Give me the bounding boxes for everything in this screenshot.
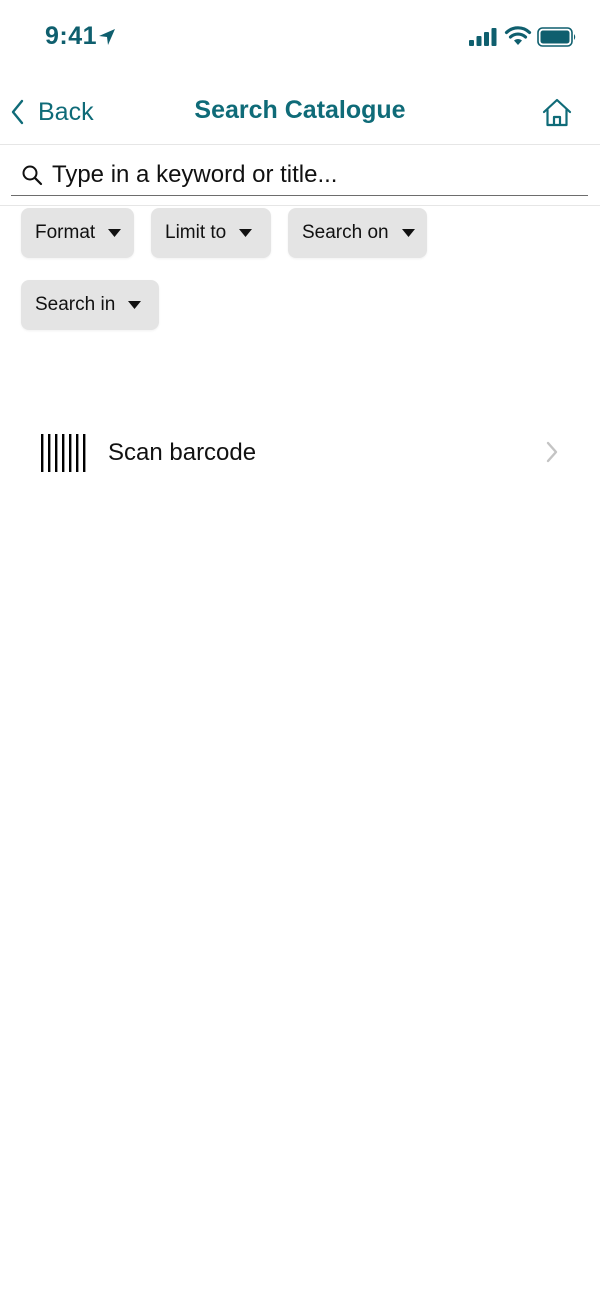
search-on-filter-dropdown[interactable]: Search on — [288, 208, 427, 258]
chip-label: Search on — [302, 222, 389, 243]
search-icon — [22, 165, 43, 186]
chip-label: Limit to — [165, 222, 227, 243]
chip-label: Format — [35, 222, 96, 243]
status-time: 9:41 — [45, 22, 98, 50]
back-label: Back — [38, 97, 94, 126]
format-filter-dropdown[interactable]: Format — [21, 208, 134, 258]
home-icon[interactable] — [540, 96, 574, 130]
navigation-bar: Back Search Catalogue — [0, 82, 600, 145]
search-input[interactable] — [52, 161, 572, 189]
search-in-filter-dropdown[interactable]: Search in — [21, 280, 159, 330]
location-arrow-icon — [99, 29, 115, 45]
caret-down-icon — [128, 301, 142, 309]
caret-down-icon — [401, 229, 415, 237]
scan-barcode-row[interactable]: Scan barcode — [0, 420, 600, 486]
search-divider — [0, 205, 600, 206]
limit-to-filter-dropdown[interactable]: Limit to — [151, 208, 271, 258]
caret-down-icon — [108, 229, 122, 237]
caret-down-icon — [239, 229, 253, 237]
status-bar: 9:41 — [0, 0, 600, 76]
chip-label: Search in — [35, 294, 116, 315]
barcode-icon — [41, 434, 86, 472]
battery-icon — [537, 27, 576, 47]
scan-barcode-label: Scan barcode — [108, 439, 257, 466]
chevron-left-icon — [11, 99, 24, 125]
search-bar — [11, 155, 588, 196]
wifi-icon — [504, 26, 532, 45]
back-button[interactable]: Back — [8, 92, 94, 132]
cellular-signal-icon — [469, 28, 497, 46]
chevron-right-icon — [546, 441, 558, 463]
